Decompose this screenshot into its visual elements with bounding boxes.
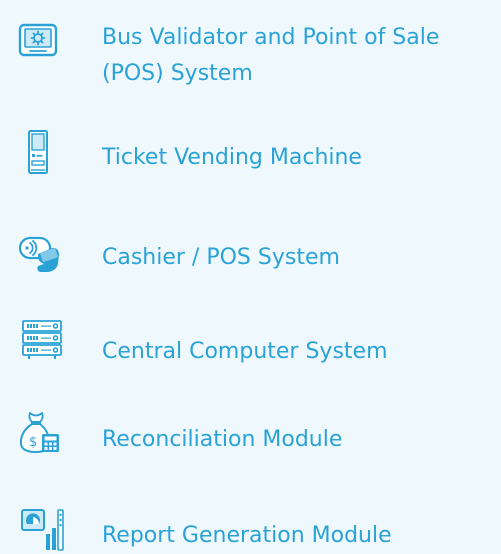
vending-machine-icon: [16, 130, 60, 174]
list-item-ticket-vending-machine: Ticket Vending Machine: [0, 128, 501, 188]
item-label-line2: (POS) System: [102, 61, 253, 86]
item-label: Cashier / POS System: [102, 245, 340, 270]
list-item-reconciliation: $ Reconciliation Module: [0, 410, 501, 470]
money-bag-calculator-icon: $: [18, 410, 62, 454]
item-label: Central Computer System: [102, 339, 388, 364]
item-label: Reconciliation Module: [102, 427, 343, 452]
item-label: Report Generation Module: [102, 523, 392, 548]
contactless-card-icon: [18, 232, 62, 276]
report-chart-icon: [20, 508, 64, 552]
list-item-bus-validator: Bus Validator and Point of Sale (POS) Sy…: [0, 14, 501, 94]
validator-icon: [16, 20, 60, 64]
list-item-cashier-pos: Cashier / POS System: [0, 226, 501, 286]
item-label: Ticket Vending Machine: [102, 145, 362, 170]
svg-text:$: $: [29, 435, 37, 450]
item-label: Bus Validator and Point of Sale (POS) Sy…: [102, 20, 439, 92]
server-rack-icon: [20, 318, 64, 362]
item-label-line1: Bus Validator and Point of Sale: [102, 25, 440, 50]
list-item-central-computer: Central Computer System: [0, 316, 501, 376]
list-item-report-generation: Report Generation Module: [0, 500, 501, 554]
